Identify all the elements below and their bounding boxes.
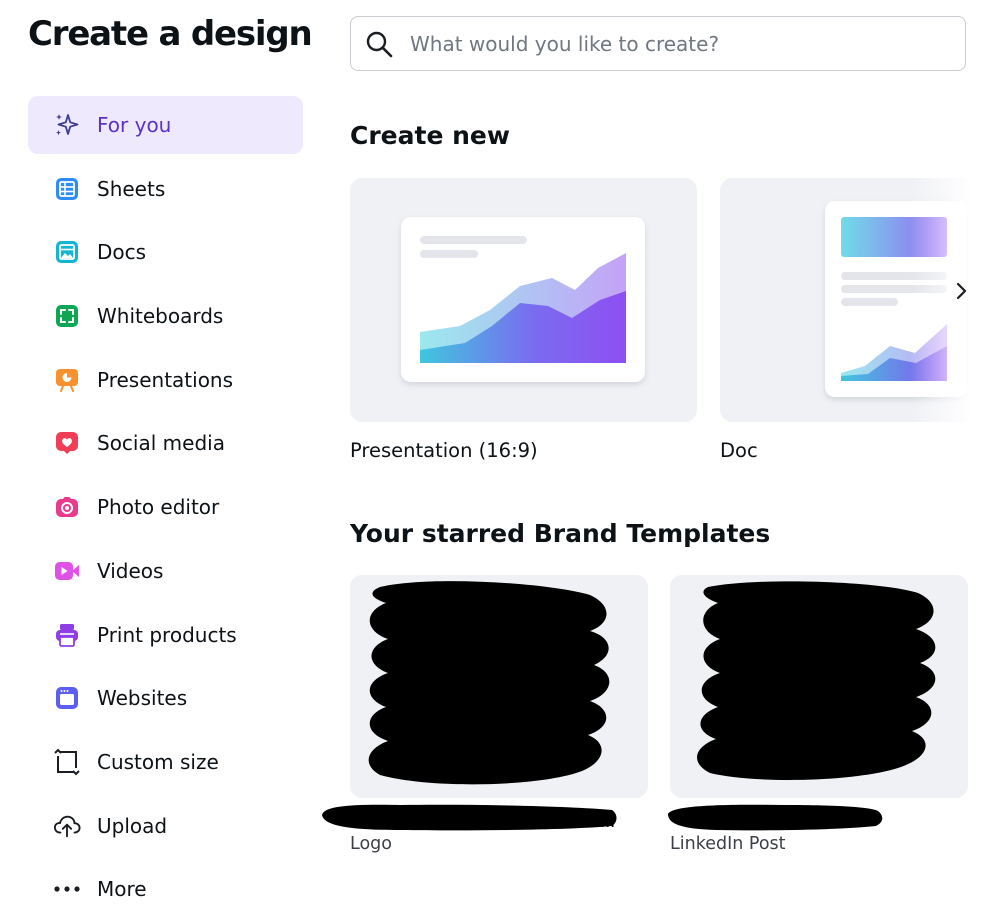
presentation-thumbnail [350,178,697,422]
page-title: Create a design [28,14,313,54]
brand-template-thumbnail [670,575,968,798]
video-icon [53,557,81,585]
sidebar-item-label: Sheets [97,176,166,201]
carousel-next-button[interactable] [948,280,974,306]
sidebar-item-label: Docs [97,240,147,265]
doc-thumbnail [720,178,970,422]
sidebar-item-label: Videos [97,558,164,583]
brand-templates-heading: Your starred Brand Templates [350,519,771,548]
sidebar-item-photo-editor[interactable]: Photo editor [28,478,303,536]
sidebar-item-sheets[interactable]: Sheets [28,160,303,218]
sidebar-item-docs[interactable]: Docs [28,223,303,281]
search-icon [364,29,394,59]
sheets-icon [53,175,81,203]
sidebar-item-label: Upload [97,813,168,838]
create-card-presentation[interactable]: Presentation (16:9) [350,178,697,462]
brand-template-type: LinkedIn Post [670,834,786,854]
sidebar-item-label: More [97,877,147,902]
website-icon [53,684,81,712]
search-bar[interactable] [350,16,966,71]
presentation-icon [53,366,81,394]
create-new-heading: Create new [350,121,510,150]
more-icon [53,875,81,903]
brand-template-card-logo[interactable]: ... Logo [322,575,648,854]
sidebar-item-label: Websites [97,686,188,711]
sidebar-item-label: Photo editor [97,495,220,520]
resize-icon [53,748,81,776]
whiteboard-icon [53,302,81,330]
sidebar-nav: For you Sheets Docs Whiteboards Presenta… [28,96,303,924]
brand-template-type: Logo [350,834,392,854]
sidebar-item-label: Print products [97,622,237,647]
create-new-carousel: Presentation (16:9) Doc [350,178,970,478]
sidebar-item-label: Whiteboards [97,304,224,329]
sidebar-item-custom-size[interactable]: Custom size [28,733,303,791]
card-label: Presentation (16:9) [350,439,538,462]
redacted-scribble [697,581,936,780]
printer-icon [53,621,81,649]
card-label: Doc [720,439,758,462]
sidebar-item-label: Social media [97,431,225,456]
brand-template-card-linkedin-post[interactable]: LinkedIn Post [668,575,968,854]
search-input[interactable] [408,30,932,57]
sidebar-item-more[interactable]: More [28,860,303,918]
sidebar-item-label: For you [97,113,172,137]
sidebar-item-upload[interactable]: Upload [28,797,303,855]
redacted-title: ... [322,798,648,834]
camera-icon [53,493,81,521]
redacted-scribble [368,581,610,785]
sidebar-item-print-products[interactable]: Print products [28,606,303,664]
heart-icon [53,429,81,457]
docs-icon [53,238,81,266]
sparkle-icon [53,111,81,139]
sidebar-item-videos[interactable]: Videos [28,542,303,600]
sidebar-item-presentations[interactable]: Presentations [28,351,303,409]
sidebar-item-whiteboards[interactable]: Whiteboards [28,287,303,345]
svg-text:...: ... [600,812,615,831]
redacted-title [668,798,968,834]
sidebar-item-for-you[interactable]: For you [28,96,303,154]
sidebar-item-websites[interactable]: Websites [28,669,303,727]
chevron-right-icon [954,282,968,304]
upload-cloud-icon [53,812,81,840]
sidebar-item-social-media[interactable]: Social media [28,414,303,472]
brand-template-thumbnail [350,575,648,798]
create-card-doc[interactable]: Doc [720,178,970,462]
sidebar-item-label: Custom size [97,749,219,774]
sidebar-item-label: Presentations [97,367,234,392]
